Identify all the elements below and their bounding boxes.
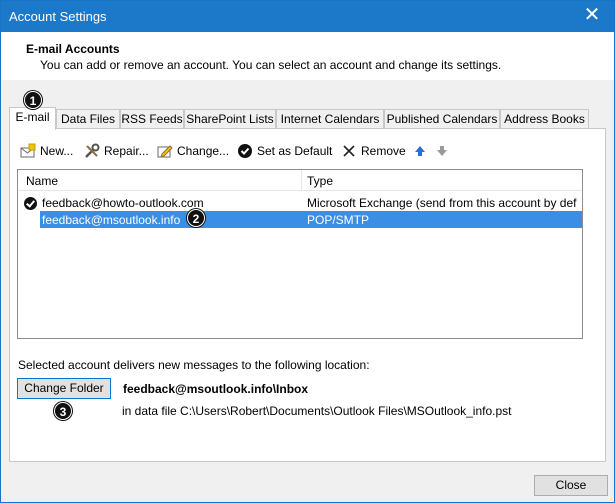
list-header: Name Type <box>18 170 582 191</box>
account-settings-window: Account Settings ✕ E-mail Accounts You c… <box>0 0 615 503</box>
column-divider[interactable] <box>301 170 302 191</box>
accounts-list: Name Type feedback@howto-outlook.com Mic… <box>17 169 583 339</box>
change-folder-button[interactable]: Change Folder <box>17 378 111 399</box>
tab-email[interactable]: E-mail <box>9 107 56 130</box>
callout-badge-1: 1 <box>24 91 42 109</box>
callout-badge-2: 2 <box>187 209 205 227</box>
tab-rss-feeds[interactable]: RSS Feeds <box>120 109 184 129</box>
remove-button[interactable]: Remove <box>341 141 406 161</box>
change-label: Change... <box>177 144 230 158</box>
column-header-name[interactable]: Name <box>26 174 58 188</box>
set-as-default-button[interactable]: Set as Default <box>237 141 332 161</box>
account-name: feedback@howto-outlook.com <box>42 196 204 210</box>
close-button[interactable]: Close <box>534 475 608 496</box>
title-bar: Account Settings ✕ <box>1 1 614 32</box>
tab-published-calendars[interactable]: Published Calendars <box>384 109 500 129</box>
account-row[interactable]: feedback@howto-outlook.com Microsoft Exc… <box>18 194 582 211</box>
tab-internet-calendars[interactable]: Internet Calendars <box>276 109 384 129</box>
email-tab-panel: New... Repair... Change... Set as Defaul… <box>9 128 606 462</box>
callout-badge-3: 3 <box>54 402 72 420</box>
repair-button[interactable]: Repair... <box>84 141 149 161</box>
tab-data-files[interactable]: Data Files <box>56 109 120 129</box>
header-description: You can add or remove an account. You ca… <box>40 58 502 72</box>
close-icon[interactable]: ✕ <box>570 1 614 32</box>
change-account-icon <box>157 143 173 159</box>
new-button[interactable]: New... <box>20 141 73 161</box>
account-row-selected[interactable]: feedback@msoutlook.info POP/SMTP <box>18 211 582 228</box>
set-as-default-label: Set as Default <box>257 144 333 158</box>
account-type: POP/SMTP <box>307 213 370 227</box>
delivery-folder-path: feedback@msoutlook.info\Inbox <box>123 382 309 396</box>
arrow-up-icon <box>412 143 428 159</box>
remove-x-icon <box>341 143 357 159</box>
checkmark-circle-icon <box>237 143 253 159</box>
delivery-data-file: in data file C:\Users\Robert\Documents\O… <box>122 404 512 418</box>
account-type: Microsoft Exchange (send from this accou… <box>307 196 577 210</box>
default-account-check-icon <box>24 197 37 210</box>
tab-sharepoint-lists[interactable]: SharePoint Lists <box>184 109 276 129</box>
remove-label: Remove <box>361 144 406 158</box>
tab-address-books[interactable]: Address Books <box>500 109 589 129</box>
repair-label: Repair... <box>104 144 149 158</box>
account-name: feedback@msoutlook.info <box>42 213 181 227</box>
change-button[interactable]: Change... <box>157 141 229 161</box>
delivery-caption: Selected account delivers new messages t… <box>18 358 370 372</box>
repair-tools-icon <box>84 143 100 159</box>
new-label: New... <box>40 144 74 158</box>
arrow-down-icon <box>434 143 450 159</box>
new-account-icon <box>20 143 36 159</box>
move-down-button[interactable] <box>434 141 454 161</box>
move-up-button[interactable] <box>412 141 432 161</box>
column-header-type[interactable]: Type <box>307 174 333 188</box>
header-title: E-mail Accounts <box>26 42 120 56</box>
dialog-header: E-mail Accounts You can add or remove an… <box>1 32 614 80</box>
window-title: Account Settings <box>9 9 107 24</box>
